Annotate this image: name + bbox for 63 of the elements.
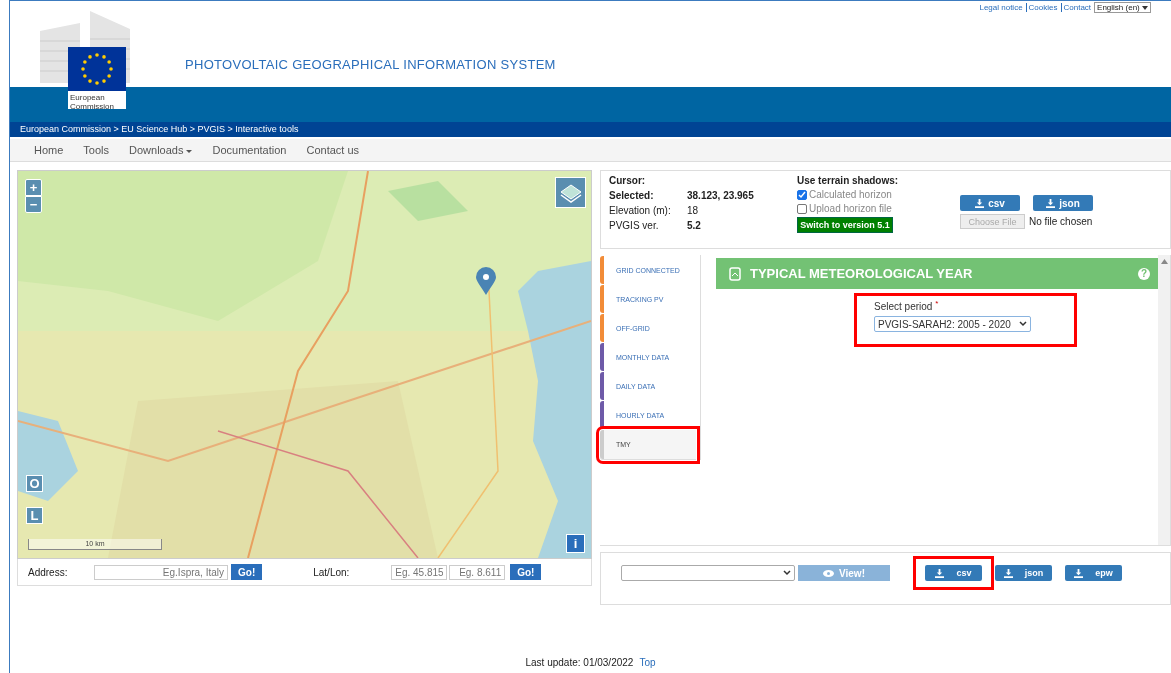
- go-button[interactable]: Go!: [231, 564, 263, 580]
- info-value: 5.2: [687, 220, 702, 231]
- header-link[interactable]: Cookies: [1025, 3, 1058, 12]
- info-value: 18: [687, 205, 700, 216]
- layers-button[interactable]: [555, 177, 586, 208]
- layers-icon: [558, 182, 583, 203]
- download-button[interactable]: csv: [960, 195, 1020, 211]
- latitude-field[interactable]: Eg. 45.815: [391, 564, 448, 580]
- file-status: No file chosen: [1029, 216, 1093, 227]
- nav-item[interactable]: Tools: [73, 144, 120, 156]
- checkbox-label: Calculated horizon: [809, 189, 892, 200]
- info-button[interactable]: i: [566, 534, 585, 553]
- top-link[interactable]: Top: [639, 657, 656, 668]
- eu-flag-icon: [68, 47, 126, 91]
- period-label: Select period $^{*}$: [874, 299, 940, 313]
- scroll-up-icon[interactable]: [1160, 259, 1168, 265]
- latlon-label: Lat/Lon:: [313, 566, 351, 578]
- nav-item[interactable]: Documentation: [202, 144, 297, 156]
- checkbox[interactable]: [797, 203, 807, 214]
- caret-icon: [1142, 6, 1148, 10]
- address-label: Address:: [28, 566, 69, 578]
- checkbox-label: Upload horizon file: [809, 203, 892, 214]
- language-select[interactable]: English (en): [1094, 2, 1151, 13]
- download-icon: [935, 568, 945, 578]
- chevron-down-icon: [1019, 321, 1027, 328]
- download-button[interactable]: json: [995, 565, 1052, 581]
- info-label: Selected:: [609, 190, 655, 201]
- panel-title: TYPICAL METEOROLOGICAL YEAR: [750, 266, 974, 281]
- header-link[interactable]: Legal notice: [979, 3, 1023, 12]
- last-update: Last update: 01/03/2022: [525, 657, 634, 668]
- info-label: Elevation (m):: [609, 205, 672, 216]
- breadcrumb: European Commission > EU Science Hub > PVGIS > Interactive tools: [10, 122, 1171, 137]
- longitude-field[interactable]: Eg. 8.611: [449, 564, 506, 580]
- checkbox[interactable]: [797, 189, 807, 200]
- nav-item[interactable]: Downloads: [119, 144, 203, 156]
- map-control-button[interactable]: O: [26, 475, 43, 492]
- period-select[interactable]: PVGIS-SARAH2: 2005 - 2020: [874, 316, 1031, 333]
- info-label: PVGIS ver.: [609, 220, 660, 231]
- eye-icon: [823, 569, 835, 577]
- download-button[interactable]: epw: [1065, 565, 1122, 581]
- download-button[interactable]: json: [1033, 195, 1093, 211]
- switch-version-button[interactable]: Switch to version 5.1: [797, 217, 893, 233]
- zoom-out-button[interactable]: −: [25, 196, 42, 213]
- address-field[interactable]: Eg.Ispra, Italy: [94, 564, 228, 580]
- download-icon: [1074, 568, 1084, 578]
- zoom-in-button[interactable]: +: [25, 179, 42, 196]
- download-button[interactable]: csv: [925, 565, 982, 581]
- cursor-label: Cursor:: [609, 175, 647, 186]
- nav-item[interactable]: Home: [24, 144, 74, 156]
- header-link[interactable]: Contact: [1060, 3, 1092, 12]
- map-control-button[interactable]: L: [26, 507, 43, 524]
- chevron-down-icon: [783, 570, 791, 576]
- map-marker-icon[interactable]: [476, 267, 496, 295]
- site-title: PHOTOVOLTAIC GEOGRAPHICAL INFORMATION SYSTEM: [185, 57, 556, 74]
- logo-caption: European Commission: [70, 93, 115, 111]
- download-icon: [1046, 198, 1056, 208]
- info-value: 38.123, 23.965: [687, 190, 755, 201]
- go-button[interactable]: Go!: [510, 564, 542, 580]
- nav-item[interactable]: Contact us: [296, 144, 370, 156]
- download-icon: [975, 198, 985, 208]
- shadows-title: Use terrain shadows:: [797, 175, 900, 186]
- download-icon: [1003, 568, 1013, 578]
- output-select[interactable]: [621, 565, 795, 581]
